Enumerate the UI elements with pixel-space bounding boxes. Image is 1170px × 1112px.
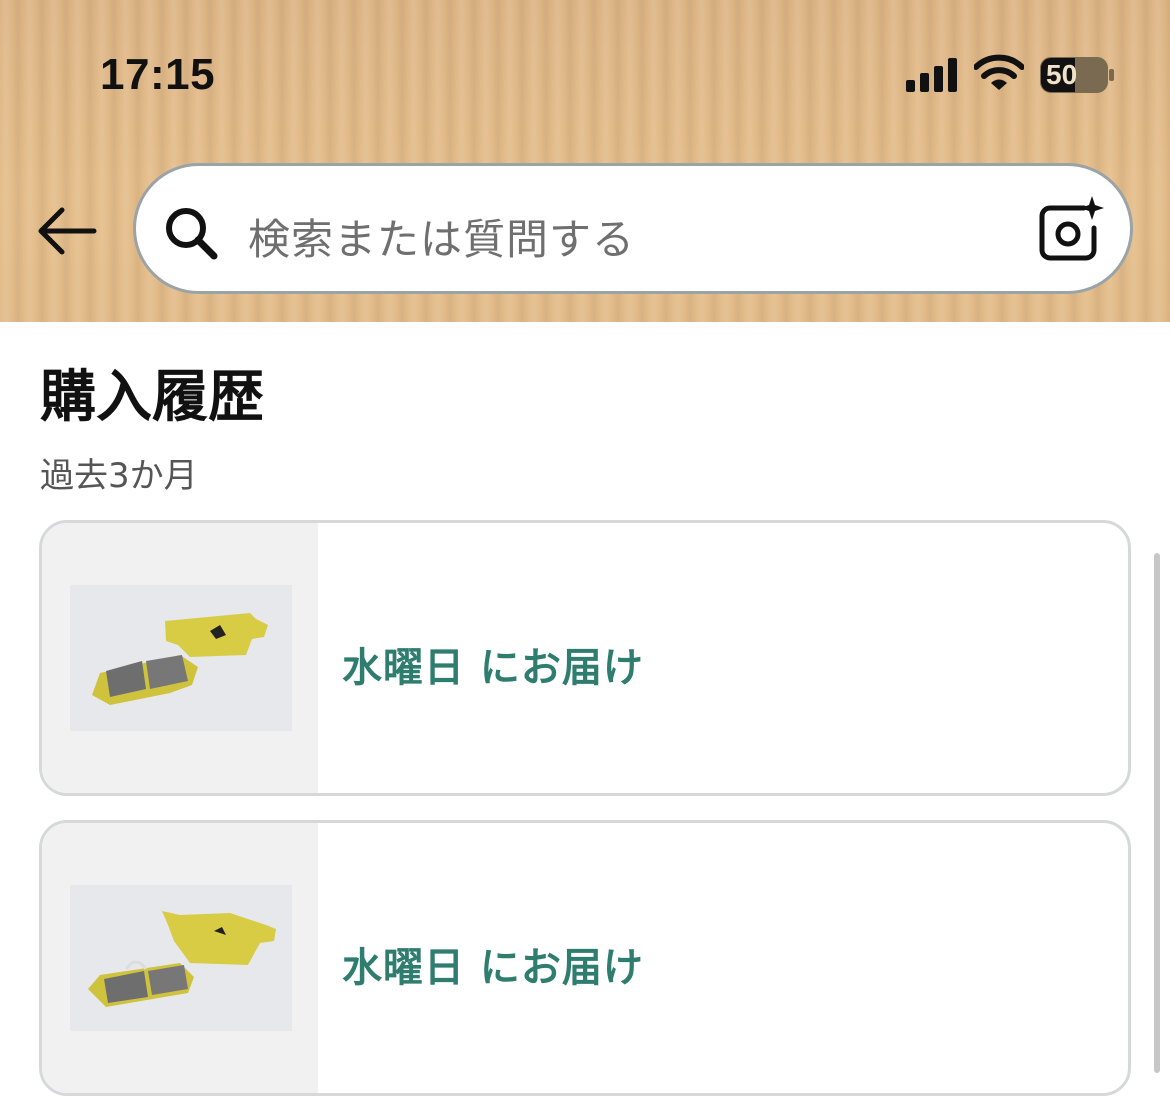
battery-level: 50 [1046,59,1078,90]
wifi-icon [974,54,1024,90]
brake-pads-product-image [70,885,292,1031]
search-bar[interactable]: 検索または質問する [133,163,1133,294]
order-card[interactable]: 水曜日 にお届け [39,820,1131,1096]
brake-pads-product-image [70,585,292,731]
battery-icon: 50 [1040,57,1116,93]
cellular-signal-icon [906,58,957,92]
status-time: 17:15 [100,50,216,99]
camera-lens-icon[interactable] [1036,194,1106,264]
order-card[interactable]: 水曜日 にお届け [39,520,1131,796]
delivery-status: 水曜日 にお届け [342,945,644,991]
search-input[interactable]: 検索または質問する [248,206,635,267]
page-subtitle: 過去3か月 [40,456,198,496]
page-title: 購入履歴 [40,365,264,430]
product-thumbnail[interactable] [42,523,318,793]
back-arrow-icon[interactable] [36,204,98,258]
scrollbar[interactable] [1154,553,1160,1073]
product-thumbnail[interactable] [42,823,318,1093]
delivery-status: 水曜日 にお届け [342,645,644,691]
search-icon [166,208,218,260]
header: 17:15 50 検索または質問する [0,0,1170,322]
